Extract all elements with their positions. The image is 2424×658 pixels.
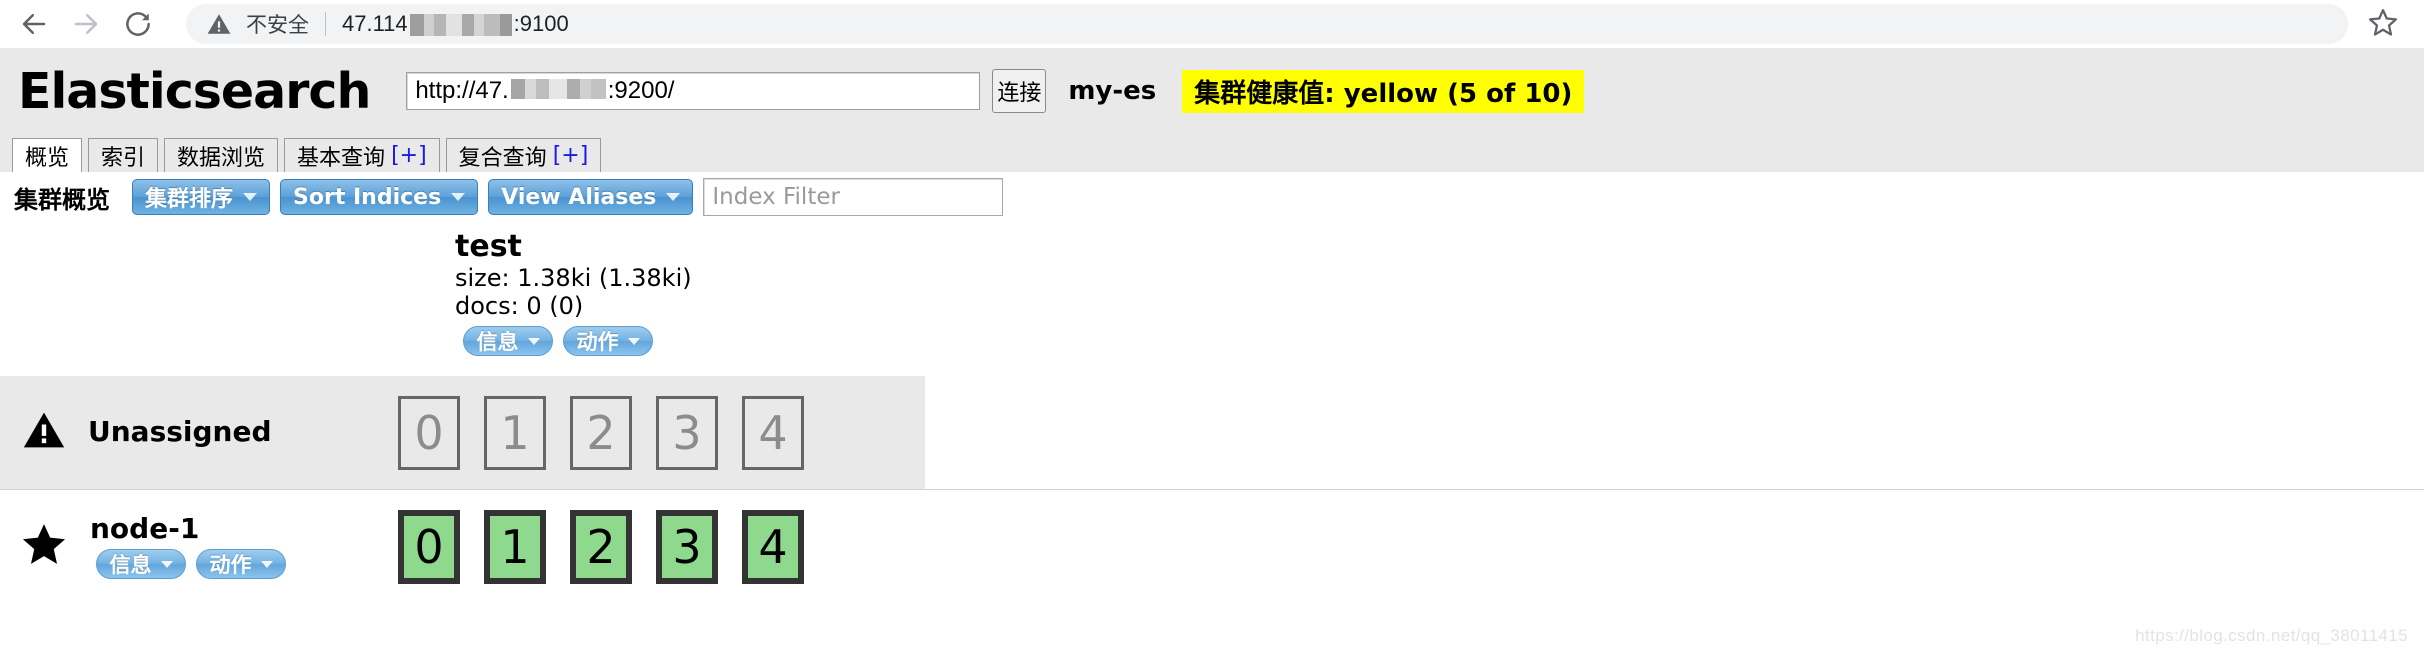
index-docs: docs: 0 (0): [455, 292, 584, 321]
unassigned-shard-strip: 0 1 2 3 4: [398, 395, 828, 470]
cluster-url-suffix: :9200/: [607, 77, 675, 104]
chevron-down-icon: [527, 337, 540, 345]
node-1-info: node-1 信息 动作: [88, 511, 398, 580]
star-filled-icon: [21, 521, 67, 572]
reload-button[interactable]: [112, 0, 164, 48]
tab-data-browse-label: 数据浏览: [177, 145, 266, 171]
redacted-host-mosaic: [409, 14, 512, 36]
tab-indices[interactable]: 索引: [88, 138, 159, 172]
shard-box[interactable]: 3: [656, 509, 718, 584]
watermark: https://blog.csdn.net/qq_38011415: [2135, 626, 2408, 645]
node-row-node-1: node-1 信息 动作 0 1 2 3 4: [0, 489, 2424, 603]
index-size: size: 1.38ki (1.38ki): [455, 263, 692, 292]
browser-toolbar: 不安全 47.114 :9100: [0, 0, 2424, 48]
chevron-down-icon: [666, 193, 681, 201]
reload-icon: [123, 9, 153, 39]
tab-overview-label: 概览: [25, 145, 70, 171]
unassigned-name: Unassigned: [88, 415, 272, 449]
index-action-button[interactable]: 动作: [563, 326, 653, 357]
chevron-down-icon: [160, 560, 173, 568]
shard-box[interactable]: 2: [570, 395, 632, 470]
node-1-shard-strip: 0 1 2 3 4: [398, 509, 828, 584]
tab-data-browse[interactable]: 数据浏览: [164, 138, 279, 172]
node-action-button[interactable]: 动作: [196, 549, 286, 580]
redacted-cluster-host-mosaic: [510, 79, 606, 99]
shard-box[interactable]: 2: [570, 509, 632, 584]
url-prefix: 47.114: [342, 11, 408, 36]
index-column-test: test size: 1.38ki (1.38ki) docs: 0 (0) 信…: [455, 229, 885, 357]
cluster-url-value: http://47. :9200/: [415, 77, 674, 105]
chevron-down-icon: [260, 560, 273, 568]
node-action-label: 动作: [209, 553, 252, 578]
cluster-health-badge: 集群健康值: yellow (5 of 10): [1182, 69, 1585, 113]
connect-button[interactable]: 连接: [992, 69, 1047, 113]
index-filter-placeholder: Index Filter: [712, 184, 840, 210]
star-outline-icon: [2368, 7, 2398, 42]
chevron-down-icon: [451, 193, 466, 201]
url-suffix: :9100: [513, 11, 569, 36]
unassigned-info: Unassigned: [88, 415, 398, 449]
sort-indices-button[interactable]: Sort Indices: [280, 179, 479, 215]
node-1-actions: 信息 动作: [96, 549, 398, 580]
tab-composite-query[interactable]: 复合查询 [+]: [445, 138, 602, 172]
index-actions: 信息 动作: [463, 326, 885, 357]
tab-composite-query-label: 复合查询: [458, 145, 547, 171]
shard-box[interactable]: 4: [742, 509, 804, 584]
shard-box[interactable]: 4: [742, 395, 804, 470]
app-logo: Elasticsearch: [18, 62, 371, 120]
index-info-label: 信息: [476, 330, 519, 355]
shard-box[interactable]: 1: [484, 509, 546, 584]
cluster-toolbar: 集群概览 集群排序 Sort Indices View Aliases Inde…: [0, 172, 2424, 222]
cluster-url-input[interactable]: http://47. :9200/: [406, 72, 981, 110]
unassigned-warning-icon-wrap: [0, 408, 88, 457]
cluster-url-prefix: http://47.: [415, 77, 509, 104]
index-action-label: 动作: [576, 330, 619, 355]
node-master-icon-wrap: [0, 521, 88, 572]
address-bar[interactable]: 不安全 47.114 :9100: [186, 4, 2348, 44]
shard-box[interactable]: 3: [656, 395, 718, 470]
tab-basic-query-label: 基本查询: [297, 145, 386, 171]
node-info-button[interactable]: 信息: [96, 549, 186, 580]
index-info-button[interactable]: 信息: [463, 326, 553, 357]
forward-button[interactable]: [60, 0, 112, 48]
index-filter-input[interactable]: Index Filter: [703, 178, 1004, 216]
toolbar-title: 集群概览: [14, 185, 110, 214]
cluster-name-label: my-es: [1068, 76, 1157, 106]
tab-indices-label: 索引: [101, 145, 146, 171]
url-text: 47.114 :9100: [342, 11, 569, 37]
tab-basic-query-plus[interactable]: [+]: [391, 143, 427, 168]
arrow-left-icon: [19, 9, 49, 39]
cluster-overview: test size: 1.38ki (1.38ki) docs: 0 (0) 信…: [0, 222, 2424, 603]
sort-indices-label: Sort Indices: [293, 184, 442, 210]
view-aliases-label: View Aliases: [501, 184, 657, 210]
chevron-down-icon: [627, 337, 640, 345]
warning-triangle-icon: [206, 11, 232, 37]
bookmark-button[interactable]: [2348, 0, 2418, 48]
node-info-label: 信息: [109, 553, 152, 578]
warning-triangle-icon: [22, 408, 66, 457]
arrow-right-icon: [71, 9, 101, 39]
view-aliases-button[interactable]: View Aliases: [488, 179, 694, 215]
tab-overview[interactable]: 概览: [12, 138, 83, 172]
shard-box[interactable]: 0: [398, 509, 460, 584]
node-row-unassigned: Unassigned 0 1 2 3 4: [0, 376, 925, 489]
back-button[interactable]: [8, 0, 60, 48]
app-header: Elasticsearch http://47. :9200/ 连接 my-es…: [0, 48, 2424, 134]
chevron-down-icon: [243, 193, 258, 201]
page-root: 不安全 47.114 :9100 Elasticsearch http://47: [0, 0, 2424, 658]
cluster-sort-button[interactable]: 集群排序: [132, 179, 271, 215]
index-header-row: test size: 1.38ki (1.38ki) docs: 0 (0) 信…: [0, 222, 2424, 376]
shard-box[interactable]: 1: [484, 395, 546, 470]
node-1-name: node-1: [90, 511, 200, 545]
tab-bar: 概览 索引 数据浏览 基本查询 [+] 复合查询 [+]: [0, 134, 2424, 172]
omnibox-divider: [325, 12, 326, 36]
security-label: 不安全: [246, 13, 309, 37]
index-name: test: [455, 229, 522, 264]
cluster-sort-label: 集群排序: [145, 187, 234, 212]
tab-basic-query[interactable]: 基本查询 [+]: [284, 138, 440, 172]
tab-composite-query-plus[interactable]: [+]: [553, 143, 589, 168]
shard-box[interactable]: 0: [398, 395, 460, 470]
